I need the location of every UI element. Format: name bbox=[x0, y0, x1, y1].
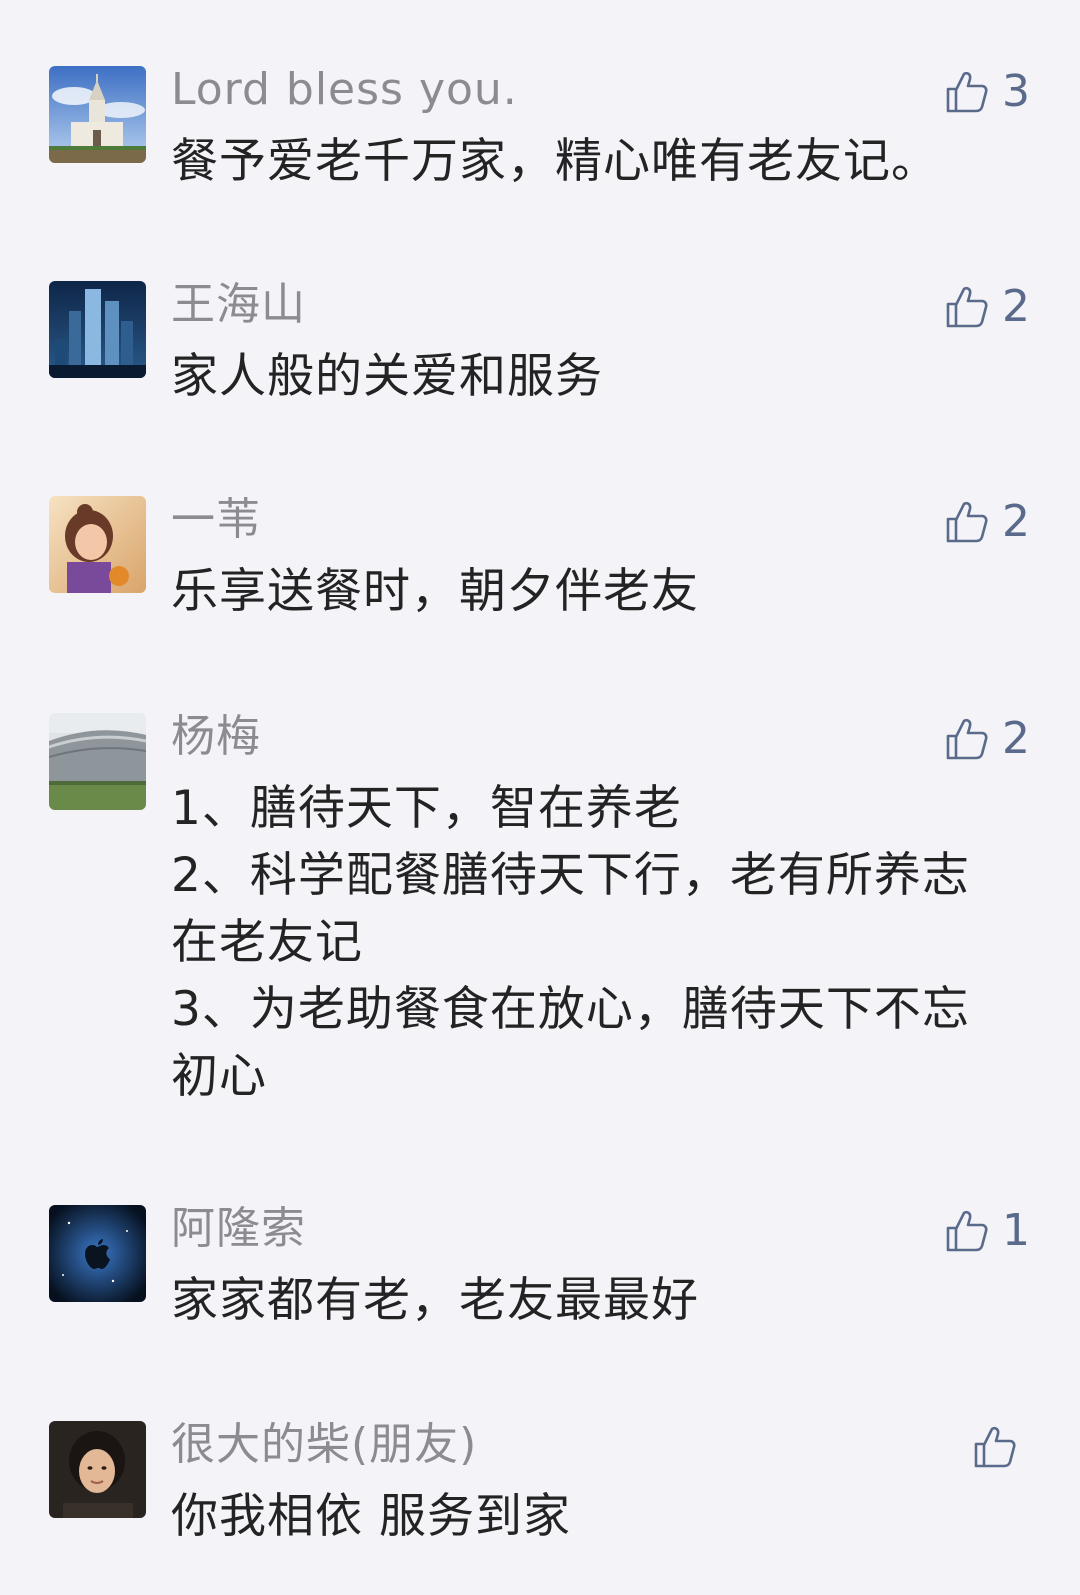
comment-text-line: 餐予爱老千万家，精心唯有老友记。 bbox=[171, 134, 939, 189]
like-button[interactable] bbox=[972, 1423, 1030, 1471]
comment-author-name[interactable]: 杨梅 bbox=[171, 713, 261, 761]
avatar[interactable] bbox=[49, 713, 146, 810]
avatar[interactable] bbox=[49, 66, 146, 163]
arena-building-photo-icon bbox=[49, 713, 146, 810]
comment-text: 乐享送餐时，朝夕伴老友 bbox=[171, 558, 1011, 625]
comment-text-line: 初心 bbox=[171, 1049, 267, 1104]
comment-author-name[interactable]: 很大的柴(朋友) bbox=[171, 1421, 477, 1469]
avatar[interactable] bbox=[49, 281, 146, 378]
like-count: 2 bbox=[1002, 281, 1030, 332]
like-count: 1 bbox=[1002, 1205, 1030, 1256]
thumbs-up-icon bbox=[972, 1424, 1018, 1470]
thumbs-up-icon bbox=[944, 499, 990, 545]
thumbs-up-icon bbox=[944, 69, 990, 115]
like-count: 3 bbox=[1002, 66, 1030, 117]
church-photo-icon bbox=[49, 66, 146, 163]
comment-author-name[interactable]: 王海山 bbox=[171, 281, 306, 329]
city-skyscraper-photo-icon bbox=[49, 281, 146, 378]
comment-text: 家人般的关爱和服务 bbox=[171, 343, 1011, 410]
comment-author-name[interactable]: Lord bless you. bbox=[171, 66, 518, 114]
person-portrait-photo-icon bbox=[49, 1421, 146, 1518]
comment-text-line: 2、科学配餐膳待天下行，老有所养志 bbox=[171, 848, 970, 903]
comment-text-line: 1、膳待天下，智在养老 bbox=[171, 781, 682, 836]
comment-text: 1、膳待天下，智在养老 2、科学配餐膳待天下行，老有所养志 在老友记 3、为老助… bbox=[171, 775, 1011, 1110]
comment-text-line: 在老友记 bbox=[171, 915, 363, 970]
avatar[interactable] bbox=[49, 496, 146, 593]
comment-text-line: 3、为老助餐食在放心，膳待天下不忘 bbox=[171, 982, 970, 1037]
comment-text: 你我相依 服务到家 bbox=[171, 1483, 1011, 1550]
space-apple-logo-icon bbox=[49, 1205, 146, 1302]
comment-text-line: 你我相依 服务到家 bbox=[171, 1489, 571, 1544]
like-button[interactable]: 2 bbox=[944, 715, 1030, 763]
like-count: 2 bbox=[1002, 496, 1030, 547]
thumbs-up-icon bbox=[944, 284, 990, 330]
thumbs-up-icon bbox=[944, 716, 990, 762]
like-button[interactable]: 2 bbox=[944, 283, 1030, 331]
comment-list: Lord bless you. 3 餐予爱老千万家，精心唯有老友记。 王海山 2… bbox=[0, 0, 1080, 1595]
comment-text: 家家都有老，老友最最好 bbox=[171, 1267, 1011, 1334]
like-count: 2 bbox=[1002, 713, 1030, 764]
comment-text: 餐予爱老千万家，精心唯有老友记。 bbox=[171, 128, 1011, 195]
comment-author-name[interactable]: 阿隆索 bbox=[171, 1205, 306, 1253]
comment-text-line: 家人般的关爱和服务 bbox=[171, 349, 603, 404]
comment-author-name[interactable]: 一苇 bbox=[171, 496, 261, 544]
avatar[interactable] bbox=[49, 1205, 146, 1302]
avatar[interactable] bbox=[49, 1421, 146, 1518]
like-button[interactable]: 3 bbox=[944, 68, 1030, 116]
thumbs-up-icon bbox=[944, 1208, 990, 1254]
girl-illustration-icon bbox=[49, 496, 146, 593]
comment-text-line: 乐享送餐时，朝夕伴老友 bbox=[171, 564, 699, 619]
like-button[interactable]: 2 bbox=[944, 498, 1030, 546]
comment-text-line: 家家都有老，老友最最好 bbox=[171, 1273, 699, 1328]
like-button[interactable]: 1 bbox=[944, 1207, 1030, 1255]
